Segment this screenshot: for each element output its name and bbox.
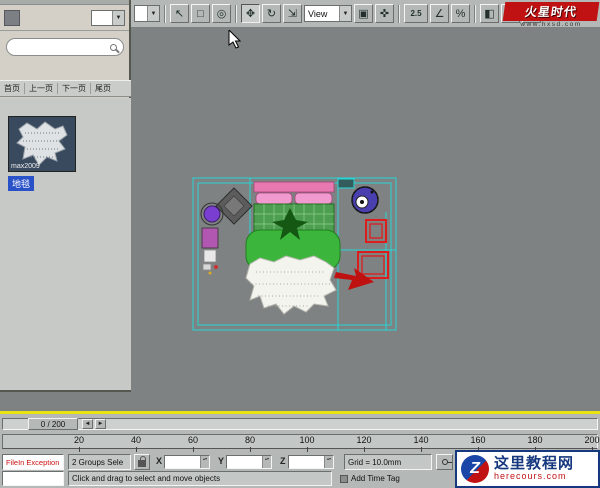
selection-region-icon[interactable]: ◎ <box>212 4 231 23</box>
maxscript-input-line[interactable] <box>2 471 64 486</box>
brand-top-title: 火星时代 <box>502 2 600 21</box>
select-and-rotate-icon[interactable]: ↻ <box>262 4 281 23</box>
asset-label-selected[interactable]: 地毯 <box>8 176 35 191</box>
brand-bottom-logo: Z 这里教程网 herecours.com <box>455 450 600 488</box>
tab-prev-page[interactable]: 上一页 <box>25 83 58 94</box>
time-slider-row: 0 / 200 ◄ ► <box>0 417 600 432</box>
chevron-down-icon: ▼ <box>147 6 159 21</box>
grid-setting: Grid = 10.0mm <box>344 454 432 470</box>
snap-toggle-icon[interactable]: 2.5 <box>404 4 428 23</box>
nightstand-diamond[interactable] <box>215 187 253 225</box>
asset-browser-panel: ▼ 首页 上一页 下一页 尾页 max2009 地毯 <box>0 0 131 392</box>
ruler-label: 20 <box>73 435 84 445</box>
ruler-label: 160 <box>470 435 486 445</box>
application-window: ▼ ↖ □ ◎ ✥ ↻ ⇲ View ▼ ▣ ✜ 2.5 ∠ % ◧ ▤ ∿ 火… <box>0 0 600 488</box>
ruler-label: 100 <box>299 435 315 445</box>
round-table[interactable] <box>351 186 379 214</box>
brand-bottom-url: herecours.com <box>494 471 567 482</box>
key-icon <box>441 459 452 465</box>
mouse-cursor <box>228 30 241 49</box>
x-coordinate-field[interactable]: ▴▾ <box>164 455 210 469</box>
time-tag-label: Add Time Tag <box>351 474 400 483</box>
select-and-scale-icon[interactable]: ⇲ <box>283 4 302 23</box>
time-slider-handle[interactable]: 0 / 200 <box>28 418 78 430</box>
y-coordinate-field[interactable]: ▴▾ <box>226 455 272 469</box>
ruler-label: 60 <box>187 435 198 445</box>
selection-status: 2 Groups Sele <box>68 454 131 470</box>
search-input[interactable] <box>6 38 124 56</box>
select-object-icon[interactable]: ↖ <box>170 4 189 23</box>
tab-last-page[interactable]: 尾页 <box>91 83 115 94</box>
brand-top-url: www.hxsd.com <box>520 21 582 28</box>
angle-snap-icon[interactable]: ∠ <box>430 4 449 23</box>
track-bar[interactable]: 20 40 60 80 100 120 140 160 180 200 <box>0 432 600 452</box>
mirror-icon[interactable]: ◧ <box>480 4 499 23</box>
maxscript-listener-line[interactable]: FileIn Exception <box>2 454 64 470</box>
prev-frame-icon[interactable]: ◄ <box>82 419 93 429</box>
prompt-line: Click and drag to select and move object… <box>68 471 332 486</box>
ruler-label: 40 <box>130 435 141 445</box>
spinner-icon[interactable]: ▴▾ <box>200 456 209 468</box>
next-frame-icon[interactable]: ► <box>95 419 106 429</box>
panel-menu-button[interactable] <box>4 10 20 26</box>
toolbar-separator <box>235 4 237 23</box>
ruler-label: 180 <box>527 435 543 445</box>
thumbnail-caption: max2009 <box>11 163 40 170</box>
search-icon <box>110 43 117 51</box>
pager-tabs: 首页 上一页 下一页 尾页 <box>0 80 131 97</box>
reference-coordinate-value: View <box>308 8 328 19</box>
red-furniture[interactable] <box>334 219 389 290</box>
percent-snap-icon[interactable]: % <box>451 4 470 23</box>
selection-set-dropdown[interactable]: ▼ <box>134 5 160 22</box>
asset-list: max2009 地毯 <box>0 98 131 390</box>
ruler-label: 140 <box>413 435 429 445</box>
toolbar-separator <box>164 4 166 23</box>
time-tag-icon <box>340 474 348 483</box>
ruler-label: 80 <box>244 435 255 445</box>
spinner-icon[interactable]: ▴▾ <box>262 456 271 468</box>
fur-rug[interactable] <box>245 255 337 315</box>
tab-next-page[interactable]: 下一页 <box>58 83 91 94</box>
rectangular-selection-icon[interactable]: □ <box>191 4 210 23</box>
red-arrow <box>334 268 374 290</box>
z-coordinate-value <box>289 456 324 468</box>
add-time-tag[interactable]: Add Time Tag <box>337 471 433 486</box>
z-axis-label: Z <box>280 456 286 466</box>
asset-thumbnail[interactable]: max2009 <box>8 116 76 172</box>
toolbar-separator <box>474 4 476 23</box>
brand-bottom-name: 这里教程网 <box>494 455 575 473</box>
chevron-down-icon: ▼ <box>339 6 351 21</box>
x-coordinate-value <box>165 456 200 468</box>
top-viewport-scene <box>192 177 397 331</box>
tab-first-page[interactable]: 首页 <box>0 83 25 94</box>
y-axis-label: Y <box>218 456 225 466</box>
x-axis-label: X <box>156 456 163 466</box>
brand-top-logo: 火星时代 www.hxsd.com <box>502 2 600 32</box>
select-and-move-icon[interactable]: ✥ <box>241 4 260 23</box>
y-coordinate-value <box>227 456 262 468</box>
lock-selection-button[interactable] <box>134 454 150 470</box>
panel-toolbar: ▼ <box>0 5 129 31</box>
chevron-down-icon: ▼ <box>112 11 124 25</box>
z-coordinate-field[interactable]: ▴▾ <box>288 455 334 469</box>
ruler-label: 120 <box>356 435 372 445</box>
brand-monogram: Z <box>461 455 489 483</box>
panel-dropdown[interactable]: ▼ <box>91 10 125 26</box>
toolbar-separator <box>398 4 400 23</box>
lock-icon <box>138 456 146 467</box>
reference-coordinate-dropdown[interactable]: View ▼ <box>304 5 352 22</box>
spinner-icon[interactable]: ▴▾ <box>324 456 333 468</box>
select-and-manipulate-icon[interactable]: ✜ <box>375 4 394 23</box>
use-pivot-center-icon[interactable]: ▣ <box>354 4 373 23</box>
ruler-label: 200 <box>584 435 600 445</box>
set-key-button[interactable] <box>436 454 453 470</box>
desk-area[interactable] <box>200 202 224 275</box>
